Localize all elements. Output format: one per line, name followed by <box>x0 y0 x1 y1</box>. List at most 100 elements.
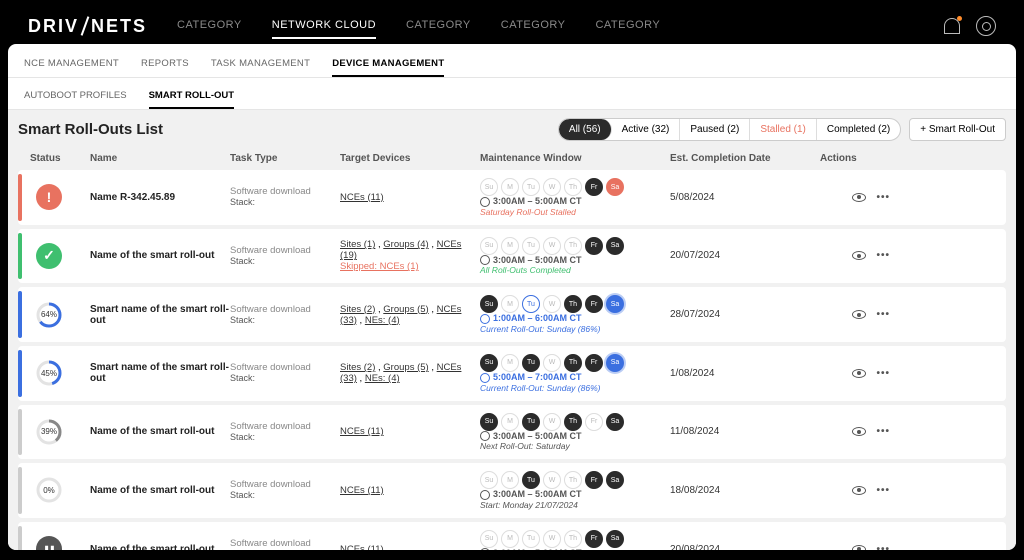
day-chip: W <box>543 530 561 548</box>
completion-date: 1/08/2024 <box>670 368 820 379</box>
view-icon[interactable] <box>852 545 866 550</box>
sub-nav-secondary: AUTOBOOT PROFILES SMART ROLL-OUT <box>8 78 1016 110</box>
day-chip: Fr <box>585 530 603 548</box>
clock-icon <box>480 197 490 207</box>
filter-pill[interactable]: Stalled (1) <box>750 119 817 140</box>
progress-ring: 45% <box>36 360 62 386</box>
table-header: StatusNameTask TypeTarget DevicesMainten… <box>18 147 1006 170</box>
target-link[interactable]: NEs: (4) <box>365 373 400 384</box>
day-chip: M <box>501 471 519 489</box>
task-type: Software downloadStack: <box>230 479 340 501</box>
days-selector: SuMTuWThFrSa <box>480 237 670 255</box>
day-chip: Tu <box>522 354 540 372</box>
target-link[interactable]: Groups (4) <box>383 239 428 250</box>
day-chip: M <box>501 178 519 196</box>
subnav1-item[interactable]: NCE MANAGEMENT <box>24 52 119 77</box>
more-actions-icon[interactable]: ••• <box>876 192 890 203</box>
day-chip: Th <box>564 237 582 255</box>
day-chip: Su <box>480 354 498 372</box>
filter-pill[interactable]: Active (32) <box>612 119 681 140</box>
status-check-icon <box>36 243 62 269</box>
completion-date: 20/07/2024 <box>670 250 820 261</box>
day-chip: Th <box>564 354 582 372</box>
view-icon[interactable] <box>852 251 866 260</box>
status-alert-icon <box>36 184 62 210</box>
day-chip: Tu <box>522 237 540 255</box>
target-devices: NCEs (11) <box>340 426 480 437</box>
more-actions-icon[interactable]: ••• <box>876 426 890 437</box>
rollout-name: Name of the smart roll-out <box>90 485 230 496</box>
filter-pill[interactable]: Paused (2) <box>680 119 750 140</box>
maintenance-window: 5:00AM – 7:00AM CTCurrent Roll-Out: Sund… <box>480 372 670 393</box>
target-link[interactable]: NCEs (11) <box>340 426 384 437</box>
maintenance-window: 3:00AM – 5:00AM CTAll Roll-Outs Complete… <box>480 255 670 276</box>
filter-pill[interactable]: Completed (2) <box>817 119 900 140</box>
topnav-item[interactable]: CATEGORY <box>177 13 242 39</box>
target-link[interactable]: Sites (2) <box>340 362 375 373</box>
subnav2-item[interactable]: SMART ROLL-OUT <box>149 84 235 109</box>
day-chip: M <box>501 530 519 548</box>
target-link[interactable]: NCEs (11) <box>340 544 384 550</box>
logo: DRIVNETS <box>28 16 147 37</box>
add-smart-rollout-button[interactable]: + Smart Roll-Out <box>909 118 1006 141</box>
day-chip: Sa <box>606 354 624 372</box>
day-chip: Su <box>480 471 498 489</box>
target-link[interactable]: NCEs (11) <box>340 192 384 203</box>
day-chip: Tu <box>522 178 540 196</box>
task-type: Software downloadStack: <box>230 362 340 384</box>
sub-nav-primary: NCE MANAGEMENT REPORTS TASK MANAGEMENT DEVI… <box>8 44 1016 78</box>
rollout-name: Name of the smart roll-out <box>90 250 230 261</box>
column-header: Task Type <box>230 153 340 164</box>
subnav1-item[interactable]: REPORTS <box>141 52 189 77</box>
maintenance-window: 1:00AM – 6:00AM CTCurrent Roll-Out: Sund… <box>480 313 670 334</box>
day-chip: Fr <box>585 354 603 372</box>
filter-pill[interactable]: All (56) <box>559 119 612 140</box>
day-chip: Th <box>564 178 582 196</box>
view-icon[interactable] <box>852 310 866 319</box>
subnav1-item[interactable]: DEVICE MANAGEMENT <box>332 52 444 77</box>
rollout-name: Name of the smart roll-out <box>90 426 230 437</box>
user-avatar-icon[interactable] <box>976 16 996 36</box>
days-selector: SuMTuWThFrSa <box>480 413 670 431</box>
day-chip: Sa <box>606 413 624 431</box>
more-actions-icon[interactable]: ••• <box>876 250 890 261</box>
clock-icon <box>480 314 490 324</box>
skipped-link[interactable]: Skipped: NCEs (1) <box>340 261 419 272</box>
clock-icon <box>480 548 490 550</box>
table-body: Name R-342.45.89Software downloadStack: … <box>18 170 1006 550</box>
target-devices: NCEs (11) <box>340 485 480 496</box>
more-actions-icon[interactable]: ••• <box>876 368 890 379</box>
topnav-item[interactable]: CATEGORY <box>501 13 566 39</box>
topnav-item[interactable]: CATEGORY <box>595 13 660 39</box>
more-actions-icon[interactable]: ••• <box>876 485 890 496</box>
days-selector: SuMTuWThFrSa <box>480 530 670 548</box>
day-chip: Sa <box>606 295 624 313</box>
topnav-item[interactable]: CATEGORY <box>406 13 471 39</box>
topnav-item[interactable]: NETWORK CLOUD <box>272 13 376 39</box>
view-icon[interactable] <box>852 193 866 202</box>
table-row: 39%Name of the smart roll-outSoftware do… <box>18 405 1006 460</box>
progress-ring: 39% <box>36 419 62 445</box>
bell-icon[interactable] <box>944 18 960 34</box>
completion-date: 18/08/2024 <box>670 485 820 496</box>
view-icon[interactable] <box>852 369 866 378</box>
target-link[interactable]: Sites (1) <box>340 239 375 250</box>
rollout-name: Name of the smart roll-out <box>90 544 230 550</box>
more-actions-icon[interactable]: ••• <box>876 544 890 550</box>
more-actions-icon[interactable]: ••• <box>876 309 890 320</box>
filter-pills: All (56)Active (32)Paused (2)Stalled (1)… <box>558 118 901 141</box>
target-link[interactable]: Sites (2) <box>340 304 375 315</box>
subnav1-item[interactable]: TASK MANAGEMENT <box>211 52 310 77</box>
target-link[interactable]: Groups (5) <box>383 362 428 373</box>
subnav2-item[interactable]: AUTOBOOT PROFILES <box>24 84 127 109</box>
target-link[interactable]: NCEs (11) <box>340 485 384 496</box>
view-icon[interactable] <box>852 486 866 495</box>
view-icon[interactable] <box>852 427 866 436</box>
target-link[interactable]: NEs: (4) <box>365 315 400 326</box>
rollout-name: Name R-342.45.89 <box>90 192 230 203</box>
table-row: Name of the smart roll-outSoftware downl… <box>18 229 1006 284</box>
task-type: Software downloadStack: <box>230 304 340 326</box>
day-chip: Th <box>564 530 582 548</box>
day-chip: W <box>543 413 561 431</box>
target-link[interactable]: Groups (5) <box>383 304 428 315</box>
